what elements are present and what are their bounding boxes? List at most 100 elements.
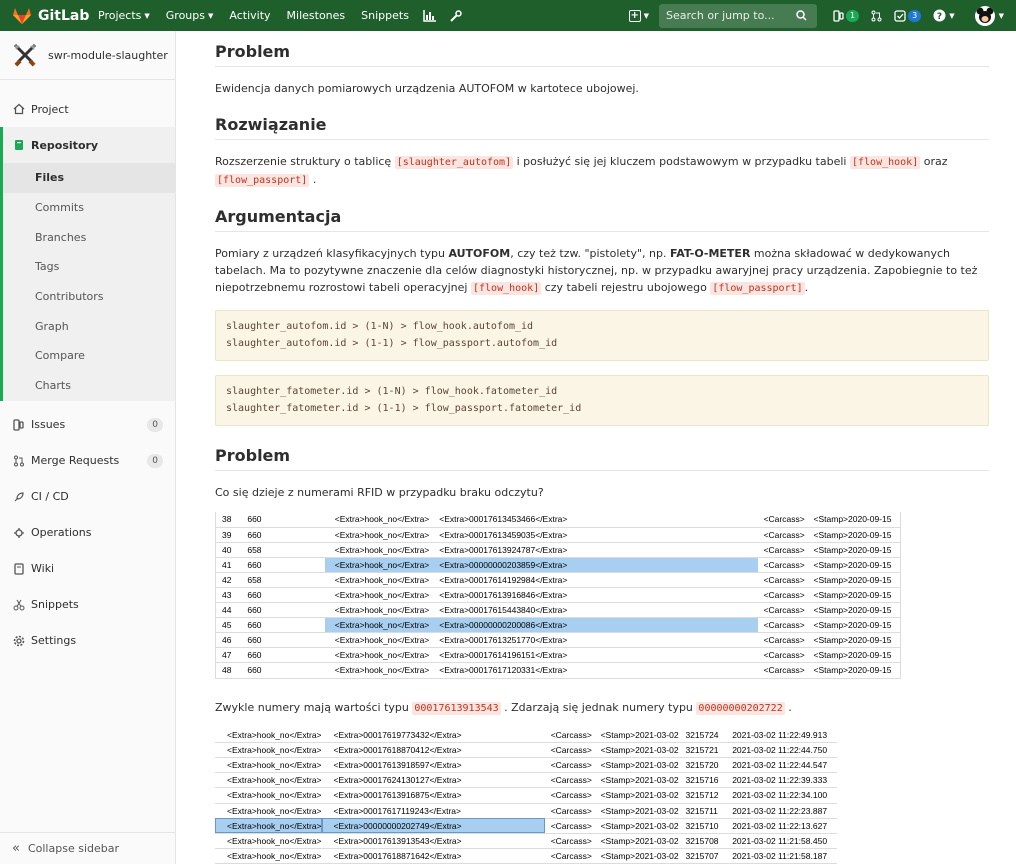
row-number-cell: 47 <box>215 647 248 664</box>
chevron-down-icon: ▼ <box>998 11 1004 20</box>
todo-check-icon <box>894 9 906 22</box>
project-sidebar: swr-module-slaughter Project Repository … <box>0 31 176 864</box>
timestamp-cell: 2021-03-02 11:22:39.333 <box>729 772 837 789</box>
heading-problem-2: Problem <box>215 446 989 471</box>
screenshot-table-2: <Extra>hook_no</Extra> <Extra>00017619773… <box>215 727 837 864</box>
sidebar-subitem-contributors[interactable]: Contributors <box>0 281 175 312</box>
sidebar-item-operations[interactable]: Operations <box>0 515 175 551</box>
id-cell: 3215721 <box>685 742 730 759</box>
carcass-cell: <Carcass> <box>544 787 597 804</box>
solution-text: . <box>312 173 317 186</box>
screenshot-table-1: 38 660 <Extra>hook_no</Extra> <Extra>000176… <box>215 512 901 679</box>
nav-projects[interactable]: Projects ▼ <box>90 0 158 31</box>
stamp-cell: <Stamp>2021-03-02 <box>596 757 686 774</box>
row-number-cell: 38 <box>215 512 248 528</box>
extra-cell: <Extra>00000000200086</Extra> <box>429 617 758 634</box>
table-row: 48 660 <Extra>hook_no</Extra> <Extra>000176… <box>215 662 901 679</box>
inline-code: [flow_hook] <box>849 156 921 169</box>
sidebar-subitem-commits[interactable]: Commits <box>0 192 175 223</box>
values-text: Zwykle numery mają wartości typu <box>215 700 409 714</box>
carcass-cell: <Carcass> <box>544 742 597 759</box>
search-box[interactable] <box>659 3 818 28</box>
nav-activity[interactable]: Activity <box>221 0 278 31</box>
sidebar-subitem-compare[interactable]: Compare <box>0 341 175 371</box>
sidebar-subitem-files[interactable]: Files <box>0 163 175 193</box>
row-number-cell: 41 <box>215 557 248 573</box>
nav-snippets[interactable]: Snippets <box>353 0 417 31</box>
sidebar-item-merge-requests[interactable]: Merge Requests 0 <box>0 443 175 479</box>
sidebar-item-wiki[interactable]: Wiki <box>0 551 175 587</box>
extra-cell: <Extra>00017619773432</Extra> <box>321 727 545 744</box>
carcass-cell: <Carcass> <box>757 572 808 588</box>
wrench-icon[interactable] <box>443 0 469 31</box>
values-text: . Zdarzają się jednak numery typu <box>504 700 693 714</box>
stamp-cell: <Stamp>2021-03-02 <box>596 848 686 864</box>
collapse-sidebar-button[interactable]: « Collapse sidebar <box>0 832 175 864</box>
sidebar-project-header[interactable]: swr-module-slaughter <box>0 31 175 80</box>
heading-argumentation: Argumentacja <box>215 207 989 232</box>
sidebar-item-snippets[interactable]: Snippets <box>0 587 175 623</box>
sidebar-item-cicd[interactable]: CI / CD <box>0 479 175 515</box>
arg-bold: AUTOFOM <box>448 247 511 260</box>
merge-requests-count: 0 <box>147 453 163 468</box>
help-dropdown[interactable]: ? ▼ <box>927 0 960 31</box>
sidebar-subitem-branches[interactable]: Branches <box>0 222 175 253</box>
project-avatar-icon <box>13 43 37 67</box>
sidebar-item-label: Issues <box>31 418 66 431</box>
merge-requests-nav-button[interactable] <box>865 0 888 31</box>
todos-nav-button[interactable]: 3 <box>888 0 927 31</box>
hook-cell: <Extra>hook_no</Extra> <box>215 833 322 849</box>
user-menu[interactable]: ▼ <box>961 0 1016 31</box>
sidebar-item-settings[interactable]: Settings <box>0 623 175 659</box>
todos-count-badge: 3 <box>908 9 922 22</box>
nav-milestones[interactable]: Milestones <box>279 0 354 31</box>
carcass-cell: <Carcass> <box>757 632 808 649</box>
search-icon <box>796 10 807 21</box>
sidebar-item-label: CI / CD <box>31 490 69 503</box>
stamp-cell: <Stamp>2020-09-15 <box>807 542 901 558</box>
extra-cell: <Extra>00017624130127</Extra> <box>321 772 545 789</box>
gitlab-home-link[interactable]: GitLab <box>0 7 90 25</box>
stamp-cell: <Stamp>2020-09-15 <box>807 662 901 679</box>
carcass-cell: <Carcass> <box>757 587 808 604</box>
stamp-cell: <Stamp>2020-09-15 <box>807 632 901 649</box>
sidebar-subitem-charts[interactable]: Charts <box>0 370 175 401</box>
search-input[interactable] <box>666 9 797 22</box>
sidebar-item-repository[interactable]: Repository <box>0 127 175 163</box>
stamp-cell: <Stamp>2020-09-15 <box>807 512 901 528</box>
carcass-cell: <Carcass> <box>544 833 597 849</box>
stamp-cell: <Stamp>2020-09-15 <box>807 617 901 634</box>
extra-cell: <Extra>00017613916875</Extra> <box>321 787 545 804</box>
hook-cell: <Extra>hook_no</Extra> <box>324 542 430 558</box>
issues-count-badge: 1 <box>846 9 860 22</box>
values-paragraph: Zwykle numery mają wartości typu 0001761… <box>215 699 989 717</box>
stamp-cell: <Stamp>2020-09-15 <box>807 587 901 604</box>
hook-cell: <Extra>hook_no</Extra> <box>324 647 430 664</box>
value-cell: 660 <box>247 647 325 664</box>
heading-solution: Rozwiązanie <box>215 115 989 140</box>
sidebar-subitem-graph[interactable]: Graph <box>0 311 175 342</box>
id-cell: 3215712 <box>685 787 730 804</box>
gear-icon <box>12 634 26 648</box>
hook-cell: <Extra>hook_no</Extra> <box>324 512 430 528</box>
new-item-dropdown[interactable]: + ▼ <box>619 9 659 22</box>
nav-groups[interactable]: Groups ▼ <box>158 0 222 31</box>
row-number-cell: 40 <box>215 542 248 558</box>
value-cell: 660 <box>247 557 325 573</box>
chart-icon[interactable] <box>417 0 443 31</box>
hook-cell: <Extra>hook_no</Extra> <box>215 787 322 804</box>
chevron-down-icon: ▼ <box>949 11 955 20</box>
table-row: 42 658 <Extra>hook_no</Extra> <Extra>000176… <box>215 572 901 588</box>
sidebar-subitem-tags[interactable]: Tags <box>0 252 175 282</box>
sidebar-item-issues[interactable]: Issues 0 <box>0 407 175 443</box>
id-cell: 3215707 <box>685 848 730 864</box>
value-cell: 658 <box>247 542 325 558</box>
hook-cell: <Extra>hook_no</Extra> <box>324 602 430 619</box>
solution-paragraph: Rozszerzenie struktury o tablicę [slaugh… <box>215 153 989 189</box>
sidebar-item-label: Merge Requests <box>31 454 120 467</box>
id-cell: 3215720 <box>685 757 730 774</box>
value-cell: 660 <box>247 587 325 604</box>
sidebar-item-project[interactable]: Project <box>0 91 175 127</box>
issues-nav-button[interactable]: 1 <box>827 0 865 31</box>
help-icon: ? <box>933 9 946 22</box>
